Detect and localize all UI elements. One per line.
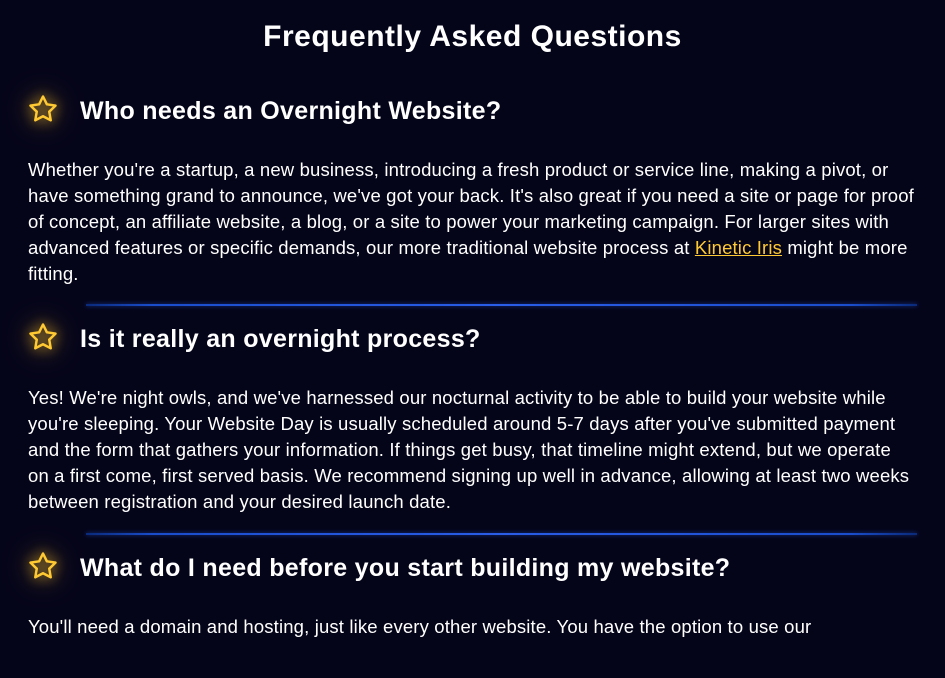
faq-answer: You'll need a domain and hosting, just l… <box>28 614 917 640</box>
faq-answer: Yes! We're night owls, and we've harness… <box>28 385 917 514</box>
divider <box>86 304 917 306</box>
faq-item: Who needs an Overnight Website? Whether … <box>28 94 917 286</box>
faq-item: What do I need before you start building… <box>28 551 917 640</box>
faq-header: What do I need before you start building… <box>28 551 917 586</box>
divider <box>86 533 917 535</box>
star-icon <box>28 94 58 129</box>
page-title: Frequently Asked Questions <box>28 20 917 54</box>
faq-question: What do I need before you start building… <box>80 554 730 583</box>
faq-header: Is it really an overnight process? <box>28 322 917 357</box>
star-icon <box>28 322 58 357</box>
faq-answer: Whether you're a startup, a new business… <box>28 157 917 286</box>
faq-question: Is it really an overnight process? <box>80 325 481 354</box>
faq-question: Who needs an Overnight Website? <box>80 97 501 126</box>
faq-header: Who needs an Overnight Website? <box>28 94 917 129</box>
kinetic-iris-link[interactable]: Kinetic Iris <box>695 237 782 258</box>
star-icon <box>28 551 58 586</box>
faq-item: Is it really an overnight process? Yes! … <box>28 322 917 514</box>
